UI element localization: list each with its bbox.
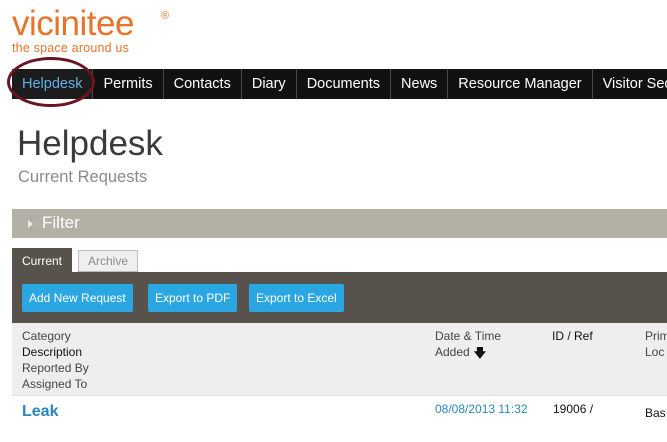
request-location: Bas <box>645 406 666 420</box>
nav-item-visitor-security[interactable]: Visitor Secur <box>593 69 667 99</box>
header-added-wrap[interactable]: Added 🡇 <box>435 344 486 360</box>
request-id: 19006 / <box>553 402 594 416</box>
tab-archive[interactable]: Archive <box>78 250 139 272</box>
main-nav: Helpdesk Permits Contacts Diary Document… <box>12 69 667 99</box>
action-bar: Add New Request Export to PDF Export to … <box>12 272 667 323</box>
nav-item-permits[interactable]: Permits <box>93 69 164 99</box>
nav-item-documents[interactable]: Documents <box>297 69 392 99</box>
add-new-request-button[interactable]: Add New Request <box>22 284 133 312</box>
page-subtitle: Current Requests <box>18 168 148 186</box>
tab-current[interactable]: Current <box>12 248 73 273</box>
export-excel-button[interactable]: Export to Excel <box>249 284 344 312</box>
logo-tagline: the space around us <box>12 41 130 55</box>
header-assigned-to[interactable]: Assigned To <box>22 376 87 392</box>
header-id-ref[interactable]: ID / Ref <box>552 328 593 344</box>
header-priority[interactable]: Prim <box>645 328 667 344</box>
table-header: Category Description Reported By Assigne… <box>12 323 667 396</box>
nav-item-contacts[interactable]: Contacts <box>164 69 242 99</box>
nav-item-resource-manager[interactable]: Resource Manager <box>448 69 593 99</box>
header-date-time[interactable]: Date & Time <box>435 328 501 344</box>
vicinitee-logo: vicinitee ® the space around us <box>12 4 169 56</box>
header-reported-by[interactable]: Reported By <box>22 360 89 376</box>
nav-item-diary[interactable]: Diary <box>242 69 297 99</box>
sort-descending-icon: 🡇 <box>473 346 487 360</box>
header-description[interactable]: Description <box>22 344 82 360</box>
filter-label: Filter <box>42 213 80 232</box>
header-location[interactable]: Loc <box>645 344 664 360</box>
request-title-link[interactable]: Leak <box>22 403 58 421</box>
caret-right-icon <box>28 220 33 228</box>
table-row[interactable]: Leak 08/08/2013 11:32 19006 / Bas <box>12 396 667 442</box>
logo-wordmark: vicinitee <box>12 4 134 43</box>
filter-bar[interactable]: Filter <box>12 209 667 238</box>
header-added: Added <box>435 345 470 359</box>
header-category[interactable]: Category <box>22 328 71 344</box>
nav-item-news[interactable]: News <box>391 69 449 99</box>
page-title: Helpdesk <box>17 124 163 163</box>
nav-item-helpdesk[interactable]: Helpdesk <box>12 69 94 99</box>
registered-mark: ® <box>161 10 170 22</box>
request-date: 08/08/2013 11:32 <box>435 402 528 416</box>
export-pdf-button[interactable]: Export to PDF <box>148 284 238 312</box>
